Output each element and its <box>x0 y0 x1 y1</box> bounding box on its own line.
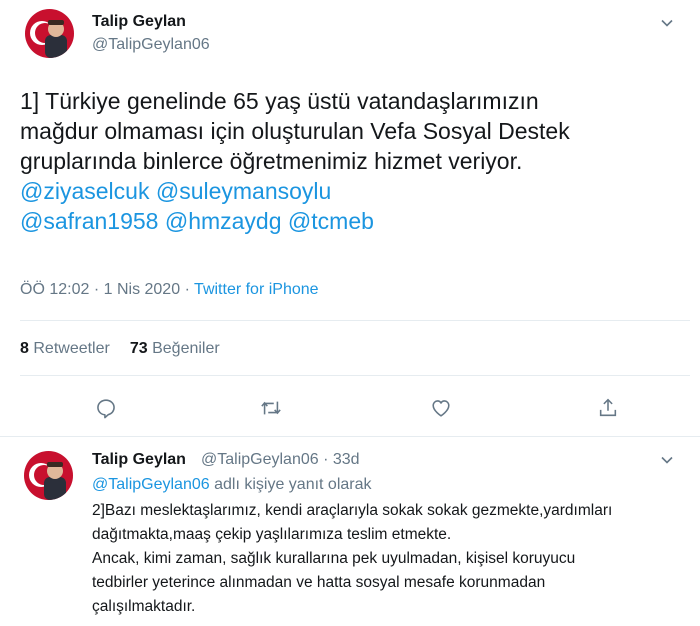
divider <box>0 436 700 437</box>
tweet-date[interactable]: 1 Nis 2020 <box>104 281 181 298</box>
retweet-icon <box>261 401 281 415</box>
mentions-line: @safran1958 @hmzaydg @tcmeb <box>20 206 690 236</box>
tweet-meta: ÖÖ 12:02 · 1 Nis 2020 · Twitter for iPho… <box>20 281 319 299</box>
mention-link[interactable]: @suleymansoylu <box>156 178 331 204</box>
reply-button[interactable] <box>91 393 121 423</box>
like-count: 73 <box>129 340 148 357</box>
tweet-text: 1] Türkiye genelinde 65 yaş üstü vatanda… <box>20 86 690 236</box>
tweet-stats: 8 Retweetler 73 Beğeniler <box>20 340 220 358</box>
mention-link[interactable]: @tcmeb <box>288 208 374 234</box>
tweet-text-line: mağdur olmaması için oluşturulan Vefa So… <box>20 118 570 144</box>
replying-to: @TalipGeylan06 adlı kişiye yanıt olarak <box>92 476 372 494</box>
chevron-down-icon[interactable] <box>661 17 673 29</box>
reply-icon <box>97 399 115 419</box>
tweet-age[interactable]: 33d <box>333 451 360 468</box>
meta-separator: · <box>184 281 190 298</box>
share-icon <box>599 398 617 417</box>
mention-link[interactable]: @TalipGeylan06 <box>92 476 210 493</box>
tweet-actions <box>0 393 700 423</box>
share-button[interactable] <box>593 393 623 423</box>
mention-link[interactable]: @ziyaselcuk <box>20 178 149 204</box>
retweet-count: 8 <box>20 340 29 357</box>
meta-separator: · <box>93 281 100 298</box>
mention-link[interactable]: @safran1958 <box>20 208 158 234</box>
tweet-source-link[interactable]: Twitter for iPhone <box>194 281 319 298</box>
retweets-stat[interactable]: 8 Retweetler <box>20 340 110 357</box>
mention-link[interactable]: @hmzaydg <box>165 208 282 234</box>
divider <box>20 320 690 321</box>
retweet-button[interactable] <box>256 393 286 423</box>
author-handle-line: @TalipGeylan06 · 33d <box>201 451 360 469</box>
reply-text-line: tedbirler yeterince alınmadan ve hatta s… <box>92 574 546 591</box>
reply-text-line: dağıtmakta,maaş çekip yaşlılarımıza tesl… <box>92 526 452 543</box>
meta-separator: · <box>323 451 329 468</box>
author-name[interactable]: Talip Geylan <box>92 451 186 469</box>
chevron-down-icon[interactable] <box>661 454 673 466</box>
divider <box>20 375 690 376</box>
like-button[interactable] <box>426 393 456 423</box>
author-handle[interactable]: @TalipGeylan06 <box>92 36 210 54</box>
tweet-time[interactable]: ÖÖ 12:02 <box>20 281 89 298</box>
reply-text: 2]Bazı meslektaşlarımız, kendi araçlarıy… <box>92 499 692 619</box>
reply-text-line: 2]Bazı meslektaşlarımız, kendi araçlarıy… <box>92 502 613 519</box>
like-label: Beğeniler <box>152 340 220 357</box>
mentions-line: @ziyaselcuk @suleymansoylu <box>20 176 690 206</box>
avatar[interactable] <box>24 451 73 500</box>
retweet-label: Retweetler <box>33 340 110 357</box>
avatar[interactable] <box>25 9 74 58</box>
tweet-text-line: gruplarında binlerce öğretmenimiz hizmet… <box>20 148 523 174</box>
reply-text-line: Ancak, kimi zaman, sağlık kurallarına pe… <box>92 550 576 567</box>
tweet-text-line: 1] Türkiye genelinde 65 yaş üstü vatanda… <box>20 88 539 114</box>
author-handle[interactable]: @TalipGeylan06 <box>201 451 319 468</box>
replying-to-label: adlı kişiye yanıt olarak <box>214 476 372 493</box>
likes-stat[interactable]: 73 Beğeniler <box>130 340 220 357</box>
heart-icon <box>432 400 450 417</box>
reply-text-line: çalışılmaktadır. <box>92 598 196 615</box>
author-name[interactable]: Talip Geylan <box>92 13 186 31</box>
